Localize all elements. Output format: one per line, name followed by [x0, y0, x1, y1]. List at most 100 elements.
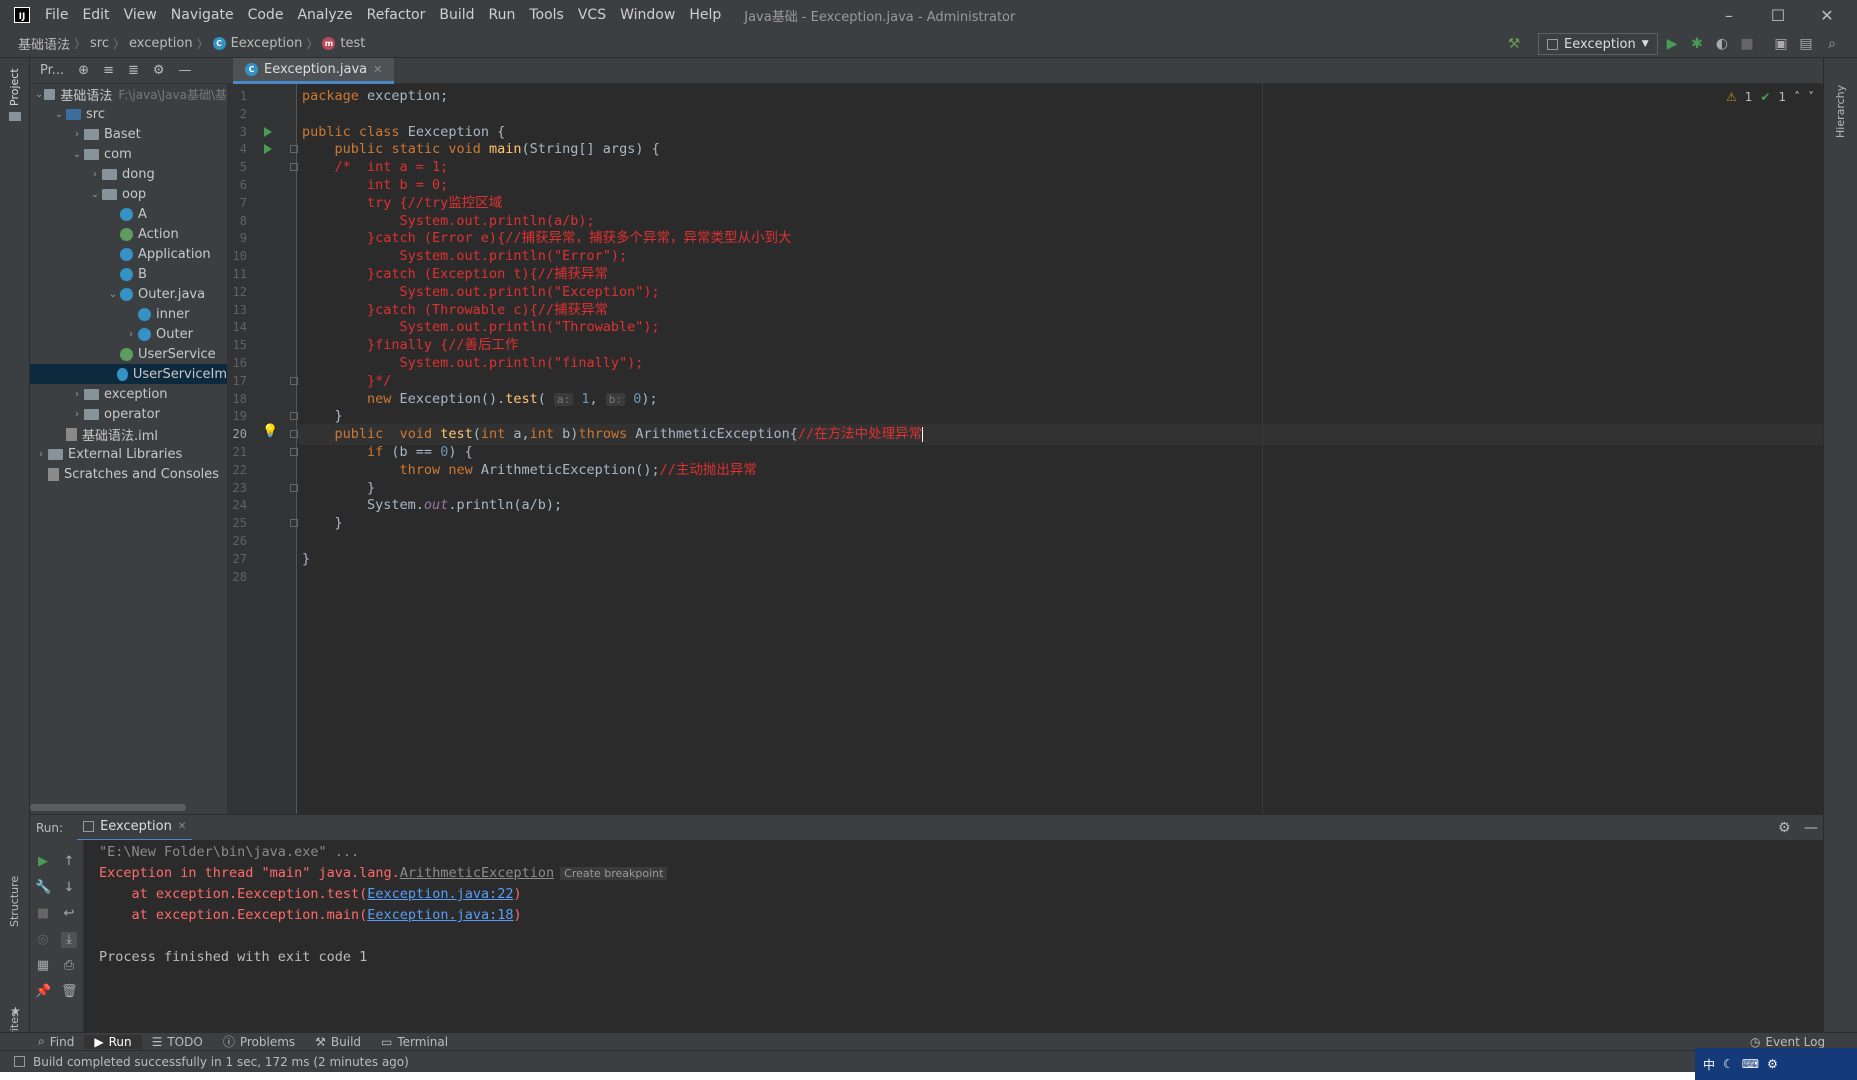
rerun-icon[interactable]: ▶	[35, 854, 51, 870]
collapse-all-icon[interactable]: ≣	[128, 63, 139, 78]
fold-marker[interactable]	[290, 448, 298, 456]
menu-analyze[interactable]: Analyze	[290, 0, 359, 30]
create-breakpoint-button[interactable]: Create breakpoint	[560, 867, 668, 880]
tree-item[interactable]: inner	[30, 304, 227, 324]
menu-refactor[interactable]: Refactor	[360, 0, 433, 30]
breadcrumb-src[interactable]: src	[86, 36, 113, 51]
menu-view[interactable]: View	[117, 0, 164, 30]
problems-tab[interactable]: ⓘ Problems	[213, 1033, 305, 1050]
fold-marker[interactable]	[290, 145, 298, 154]
code-line[interactable]: package exception;	[302, 86, 448, 107]
tree-item[interactable]: ⌄ 基础语法 F:\java\Java基础\基	[30, 84, 227, 104]
stack-frame-link[interactable]: Eexception.java:22	[367, 886, 513, 902]
search-icon[interactable]: ⌕	[1822, 34, 1842, 54]
run-gutter-icon[interactable]	[264, 126, 272, 137]
run-configuration-select[interactable]: Eexception ▼	[1538, 33, 1658, 55]
project-structure-icon[interactable]: ▣	[1771, 34, 1791, 54]
inspection-widget[interactable]: ⚠ 1 ✔ 1 ˄ ˅	[1726, 90, 1814, 104]
layout-icon[interactable]: ▤	[1796, 34, 1816, 54]
breadcrumb-class[interactable]: C Eexception	[209, 36, 307, 51]
chevron-down-icon[interactable]: ⌄	[52, 109, 66, 120]
wrench-icon[interactable]: 🔧	[35, 880, 51, 896]
close-window-button[interactable]: ✕	[1804, 0, 1850, 30]
code-line[interactable]: }	[302, 513, 343, 534]
tree-item[interactable]: ⌄ Outer.java	[30, 284, 227, 304]
maximize-button[interactable]: ☐	[1755, 0, 1801, 30]
code-line[interactable]: public void test(int a,int b)throws Arit…	[298, 424, 1823, 446]
exception-class-link[interactable]: ArithmeticException	[400, 865, 554, 881]
fold-marker[interactable]	[290, 483, 298, 492]
debug-icon[interactable]: ✱	[1687, 34, 1707, 54]
tree-item[interactable]: › exception	[30, 384, 227, 404]
chevron-right-icon[interactable]: ›	[70, 409, 84, 420]
tree-item[interactable]: › operator	[30, 404, 227, 424]
tree-item[interactable]: B	[30, 264, 227, 284]
minimize-button[interactable]: –	[1706, 0, 1752, 30]
arrow-down-icon[interactable]: ↓	[61, 880, 77, 896]
menu-tools[interactable]: Tools	[522, 0, 571, 30]
settings-icon[interactable]: ⚙	[1767, 1057, 1778, 1071]
tree-item[interactable]: › External Libraries	[30, 444, 227, 464]
chevron-right-icon[interactable]: ›	[34, 449, 48, 460]
chevron-right-icon[interactable]: ›	[88, 169, 102, 180]
fold-marker[interactable]	[290, 412, 298, 421]
menu-file[interactable]: File	[38, 0, 75, 30]
tree-item[interactable]: › Baset	[30, 124, 227, 144]
arrow-up-icon[interactable]: ↑	[61, 854, 77, 870]
stack-frame-link[interactable]: Eexception.java:18	[367, 907, 513, 923]
editor-tab-eexception[interactable]: C Eexception.java ✕	[233, 58, 395, 84]
fold-marker[interactable]	[290, 519, 298, 528]
find-tab[interactable]: ⌕ Find	[28, 1034, 84, 1049]
run-tab-eexception[interactable]: Eexception ✕	[77, 815, 193, 841]
keyboard-icon[interactable]: ⌨	[1742, 1057, 1759, 1071]
hide-icon[interactable]: —	[1804, 820, 1818, 836]
horizontal-scrollbar[interactable]	[30, 804, 186, 811]
chevron-up-icon[interactable]: ˄	[1794, 90, 1800, 104]
chevron-down-icon[interactable]: ⌄	[70, 149, 84, 160]
camera-icon[interactable]: ◎	[35, 932, 51, 948]
chevron-down-icon[interactable]: ⌄	[88, 189, 102, 200]
code-line[interactable]: new Eexception().test( a: 1, b: 0);	[302, 389, 658, 410]
tree-item[interactable]: UserServiceIm	[30, 364, 227, 384]
chevron-down-icon[interactable]: ⌄	[34, 89, 44, 100]
chevron-right-icon[interactable]: ›	[70, 129, 84, 140]
menu-edit[interactable]: Edit	[75, 0, 116, 30]
close-icon[interactable]: ✕	[373, 63, 382, 76]
gear-icon[interactable]: ⚙	[1778, 820, 1791, 836]
build-tab[interactable]: ⚒ Build	[305, 1035, 371, 1049]
lightbulb-icon[interactable]: 💡	[262, 424, 278, 439]
soft-wrap-icon[interactable]: ↩	[61, 906, 77, 922]
menu-build[interactable]: Build	[432, 0, 481, 30]
terminal-tab[interactable]: ▭ Terminal	[371, 1035, 458, 1049]
breadcrumb-project[interactable]: 基础语法	[14, 34, 74, 53]
code-line[interactable]: }	[302, 549, 310, 570]
menu-navigate[interactable]: Navigate	[164, 0, 241, 30]
tree-item[interactable]: › dong	[30, 164, 227, 184]
tree-item[interactable]: A	[30, 204, 227, 224]
expand-all-icon[interactable]: ≡	[103, 63, 114, 78]
chevron-down-icon[interactable]: ˅	[1808, 90, 1814, 104]
fold-marker[interactable]	[290, 163, 298, 172]
menu-help[interactable]: Help	[682, 0, 728, 30]
project-view-select[interactable]: Pr...	[40, 63, 64, 78]
chevron-right-icon[interactable]: ›	[70, 389, 84, 400]
run-tab[interactable]: ▶ Run	[84, 1034, 142, 1049]
tree-item[interactable]: ⌄ com	[30, 144, 227, 164]
menu-code[interactable]: Code	[241, 0, 291, 30]
tree-item[interactable]: Application	[30, 244, 227, 264]
print-icon[interactable]: ⎙	[61, 958, 77, 974]
breadcrumb-method[interactable]: m test	[318, 36, 369, 51]
todo-tab[interactable]: ☰ TODO	[142, 1035, 213, 1049]
code-editor[interactable]: package exception; public class Eexceptio…	[298, 84, 1823, 814]
scroll-to-end-icon[interactable]: ⤓	[61, 932, 77, 948]
tree-item[interactable]: Scratches and Consoles	[30, 464, 227, 484]
tree-item[interactable]: ⌄ src	[30, 104, 227, 124]
project-side-tab[interactable]: Project	[8, 68, 21, 106]
tree-item[interactable]: 基础语法.iml	[30, 424, 227, 444]
chevron-right-icon[interactable]: ›	[124, 329, 138, 340]
layout-icon[interactable]: ▦	[35, 958, 51, 974]
close-icon[interactable]: ✕	[178, 821, 186, 832]
menu-vcs[interactable]: VCS	[571, 0, 613, 30]
ime-indicator[interactable]: 中	[1703, 1056, 1715, 1073]
tree-item[interactable]: ⌄ oop	[30, 184, 227, 204]
